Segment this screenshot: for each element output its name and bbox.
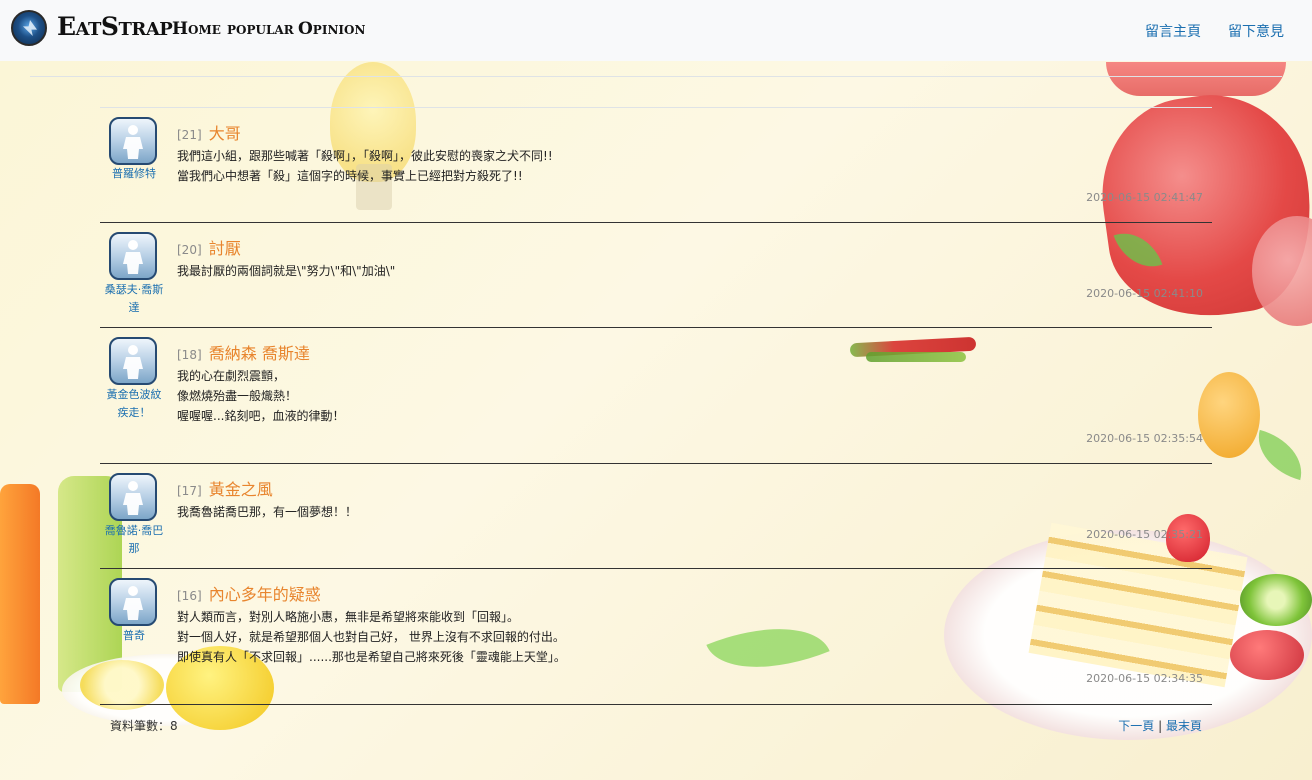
user-avatar-icon[interactable] (109, 117, 157, 165)
divider (30, 76, 1282, 77)
heart-small-decoration (1252, 216, 1312, 326)
post-author[interactable]: 普奇 (102, 627, 166, 645)
post-number: [20] (177, 243, 202, 257)
post-title: 內心多年的疑惑 (208, 585, 321, 604)
post-body: 對人類而言，對別人略施小惠，無非是希望將來能收到「回報」。 對一個人好，就是希望… (177, 610, 566, 664)
post-number: [17] (177, 484, 202, 498)
post-author[interactable]: 喬魯諾‧喬巴那 (102, 522, 166, 558)
post-timestamp: 2020-06-15 02:41:47 (1086, 191, 1203, 204)
next-page-link[interactable]: 下一頁 (1118, 719, 1154, 733)
post-item: 喬魯諾‧喬巴那 [17] 黃金之風 我喬魯諾喬巴那，有一個夢想！！ 2020-0… (100, 464, 1212, 569)
post-body: 我們這小組，跟那些喊著「殺啊」，「殺啊」，彼此安慰的喪家之犬不同!! 當我們心中… (177, 149, 553, 183)
user-avatar-icon[interactable] (109, 578, 157, 626)
post-author[interactable]: 桑瑟夫‧喬斯達 (102, 281, 166, 317)
post-number: [21] (177, 128, 202, 142)
post-body: 我的心在劇烈震顫， 像燃燒殆盡一般熾熱！ 喔喔喔...銘刻吧，血液的律動！ (177, 369, 345, 423)
post-author[interactable]: 黃金色波紋疾走！ (102, 386, 166, 422)
navbar: EatStrap Home popular Opinion 留言主頁 留下意見 (0, 0, 1312, 61)
post-timestamp: 2020-06-15 02:35:21 (1086, 528, 1203, 541)
nav-home-link[interactable]: Home (172, 19, 221, 39)
kiwi-decoration (1240, 574, 1312, 626)
post-timestamp: 2020-06-15 02:35:54 (1086, 432, 1203, 445)
post-title: 喬納森 喬斯達 (208, 344, 310, 363)
post-title: 討厭 (208, 239, 241, 258)
pagination-separator: | (1158, 719, 1163, 733)
strawberry-decoration (1230, 630, 1304, 680)
post-number: [16] (177, 589, 202, 603)
post-body: 我喬魯諾喬巴那，有一個夢想！！ (177, 505, 358, 519)
post-number: [18] (177, 348, 202, 362)
post-header: [17] 黃金之風 (177, 476, 273, 500)
record-count: 資料筆數：8 (110, 719, 178, 733)
nav-opinion-link[interactable]: Opinion (298, 19, 365, 39)
post-item: 普羅修特 [21] 大哥 我們這小組，跟那些喊著「殺啊」，「殺啊」，彼此安慰的喪… (100, 108, 1212, 223)
brand-link[interactable]: EatStrap (57, 12, 173, 41)
last-page-link[interactable]: 最末頁 (1166, 719, 1202, 733)
bottle-decoration (0, 484, 40, 704)
post-title: 大哥 (208, 124, 241, 143)
guestbook-home-link[interactable]: 留言主頁 (1145, 21, 1201, 41)
post-item: 桑瑟夫‧喬斯達 [20] 討厭 我最討厭的兩個詞就是\"努力\"和\"加油\" … (100, 223, 1212, 328)
post-timestamp: 2020-06-15 02:34:35 (1086, 672, 1203, 685)
brand-logo-icon[interactable] (11, 10, 47, 46)
post-item: 普奇 [16] 內心多年的疑惑 對人類而言，對別人略施小惠，無非是希望將來能收到… (100, 569, 1212, 705)
post-header: [20] 討厭 (177, 235, 241, 259)
post-author[interactable]: 普羅修特 (102, 165, 166, 183)
user-avatar-icon[interactable] (109, 232, 157, 280)
post-header: [18] 喬納森 喬斯達 (177, 340, 310, 364)
post-timestamp: 2020-06-15 02:41:10 (1086, 287, 1203, 300)
heart-top-decoration (1106, 62, 1286, 96)
post-header: [21] 大哥 (177, 120, 241, 144)
nav-popular-link[interactable]: popular (227, 19, 294, 39)
post-header: [16] 內心多年的疑惑 (177, 581, 321, 605)
post-body: 我最討厭的兩個詞就是\"努力\"和\"加油\" (177, 264, 396, 278)
user-avatar-icon[interactable] (109, 337, 157, 385)
leave-message-link[interactable]: 留下意見 (1228, 21, 1284, 41)
leaf-decoration (1249, 429, 1311, 481)
pagination: 下一頁 | 最末頁 (1118, 717, 1202, 734)
user-avatar-icon[interactable] (109, 473, 157, 521)
post-item: 黃金色波紋疾走！ [18] 喬納森 喬斯達 我的心在劇烈震顫， 像燃燒殆盡一般熾… (100, 328, 1212, 464)
post-title: 黃金之風 (208, 480, 273, 499)
